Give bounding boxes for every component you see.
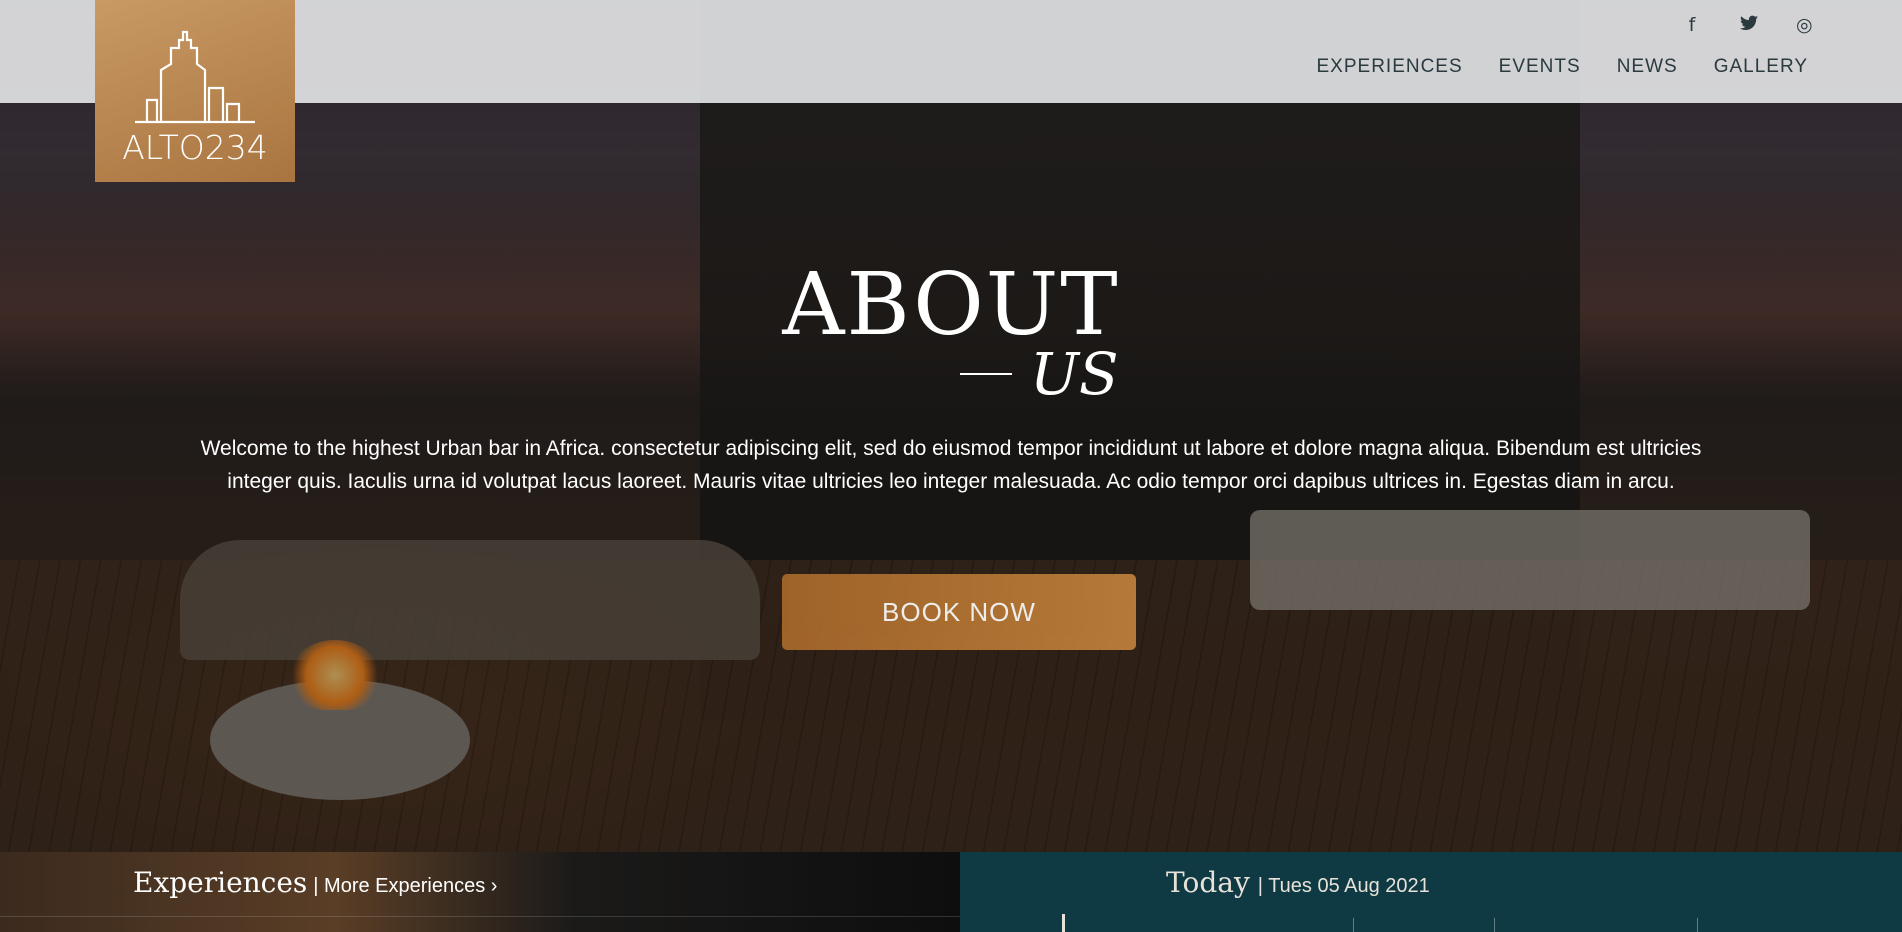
timeline-tick	[1353, 918, 1354, 932]
timeline-tick	[1494, 918, 1495, 932]
main-nav: EXPERIENCES EVENTS NEWS GALLERY	[1317, 56, 1809, 78]
page-title: ABOUT	[782, 255, 1120, 355]
experiences-heading: Experiences	[133, 866, 308, 899]
timeline-tick	[1697, 918, 1698, 932]
instagram-icon[interactable]: ◎	[1796, 14, 1813, 36]
facebook-icon[interactable]: f	[1684, 14, 1700, 36]
subtitle-text: US	[1030, 340, 1119, 408]
social-links: f ◎	[1684, 14, 1813, 36]
intro-paragraph: Welcome to the highest Urban bar in Afri…	[200, 437, 1702, 493]
today-date: | Tues 05 Aug 2021	[1257, 875, 1430, 897]
brand-logo-text: ALTO234	[122, 128, 268, 167]
experiences-divider	[0, 916, 960, 917]
book-now-button[interactable]: BOOK NOW	[782, 574, 1136, 650]
timeline-marker	[1062, 914, 1065, 932]
experiences-header: Experiences | More Experiences ›	[133, 866, 497, 899]
experiences-panel: Experiences | More Experiences ›	[0, 852, 960, 932]
nav-item-gallery[interactable]: GALLERY	[1714, 56, 1808, 78]
page-subtitle: US	[960, 340, 1119, 408]
nav-item-experiences[interactable]: EXPERIENCES	[1317, 56, 1463, 78]
nav-item-news[interactable]: NEWS	[1617, 56, 1678, 78]
subtitle-dash	[960, 373, 1012, 375]
today-heading: Today	[1166, 866, 1250, 899]
skyline-icon	[135, 30, 255, 124]
nav-item-events[interactable]: EVENTS	[1499, 56, 1581, 78]
today-panel: Today | Tues 05 Aug 2021	[960, 852, 1902, 932]
more-experiences-link[interactable]: | More Experiences ›	[313, 875, 497, 898]
today-header: Today | Tues 05 Aug 2021	[1166, 866, 1430, 899]
brand-logo[interactable]: ALTO234	[95, 0, 295, 182]
twitter-icon[interactable]	[1740, 14, 1758, 36]
